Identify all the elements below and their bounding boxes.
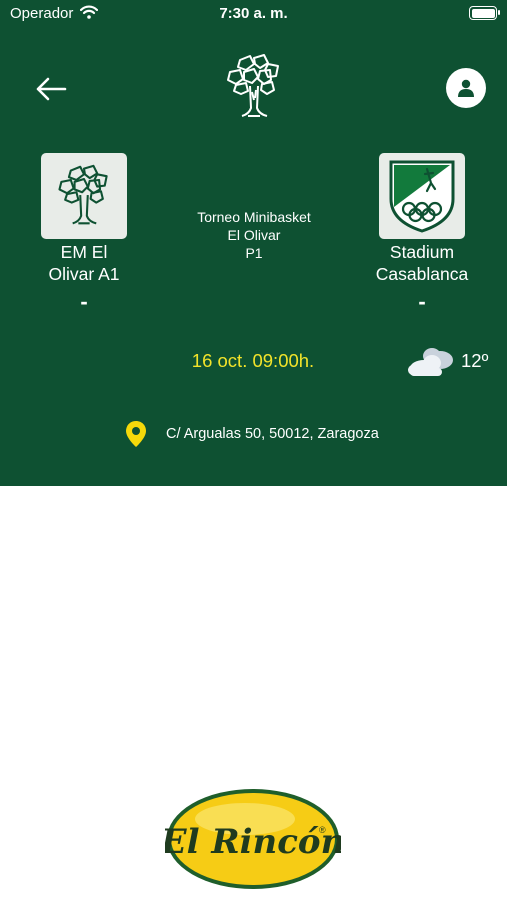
competition-venue: El Olivar [227, 227, 281, 243]
home-team-score: - [80, 289, 88, 314]
home-team[interactable]: EM El Olivar A1 - [4, 153, 164, 315]
status-bar: Operador 7:30 a. m. [0, 0, 507, 28]
person-icon [458, 79, 474, 97]
home-team-tree-logo [58, 164, 108, 225]
arrow-left-icon [36, 77, 67, 101]
competition-info: Torneo Minibasket El Olivar P1 [164, 208, 344, 262]
status-time: 7:30 a. m. [219, 5, 288, 22]
weather-info: 12º [406, 344, 506, 380]
away-team-score: - [418, 289, 426, 314]
away-team-name-line2: Casablanca [375, 264, 469, 284]
competition-name: Torneo Minibasket [197, 209, 311, 225]
map-pin-icon [126, 421, 146, 447]
back-button[interactable] [30, 70, 72, 108]
match-address[interactable]: C/ Argualas 50, 50012, Zaragoza [124, 420, 379, 448]
home-team-name-line1: EM El [60, 242, 108, 262]
temperature: 12º [461, 350, 489, 371]
competition-round: P1 [245, 245, 263, 261]
sponsor-logo-text: El Rincón [165, 822, 341, 862]
battery-icon [469, 6, 500, 20]
match-header: Operador 7:30 a. m. EM El Olivar A1 - To… [0, 0, 507, 486]
match-datetime: 16 oct. 09:00h. [191, 350, 315, 371]
away-team[interactable]: Stadium Casablanca - [342, 153, 502, 315]
sponsor-logo: El Rincón ® [165, 789, 341, 889]
club-logo-tree [227, 54, 279, 117]
home-team-name-line2: Olivar A1 [48, 264, 120, 284]
profile-button[interactable] [446, 68, 486, 108]
address-text: C/ Argualas 50, 50012, Zaragoza [166, 426, 379, 442]
cloudy-icon [408, 348, 453, 376]
away-team-shield-logo [389, 160, 455, 233]
away-team-badge [379, 153, 465, 239]
home-team-badge [41, 153, 127, 239]
sponsor-logo-mark: ® [319, 825, 326, 835]
away-team-name-line1: Stadium [389, 242, 455, 262]
